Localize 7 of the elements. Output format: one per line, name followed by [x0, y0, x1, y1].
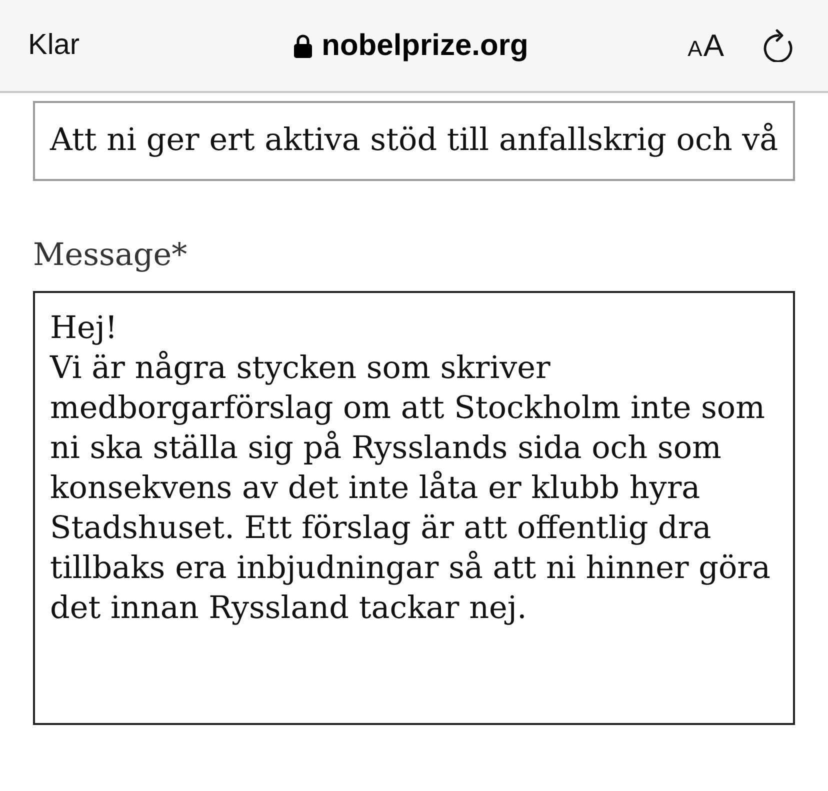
message-label: Message*: [33, 237, 188, 273]
reload-icon[interactable]: [762, 29, 794, 62]
text-size-button[interactable]: AA: [688, 28, 724, 64]
message-field[interactable]: Hej! Vi är några stycken som skriver medborgarförslag om att Stockholm inte som ni ska ställa sig på Rysslands sida och som konsekvens av det inte låta er klubb hyra Stadshuset. Ett förslag är att offentlig dra tillbaks era inbjudningar så att ni hinner göra det innan Ryssland tackar nej.: [33, 291, 795, 725]
subject-field[interactable]: Att ni ger ert aktiva stöd till anfallskrig och vå: [33, 101, 795, 181]
done-button[interactable]: Klar: [28, 29, 80, 62]
address-text[interactable]: nobelprize.org: [322, 28, 528, 62]
